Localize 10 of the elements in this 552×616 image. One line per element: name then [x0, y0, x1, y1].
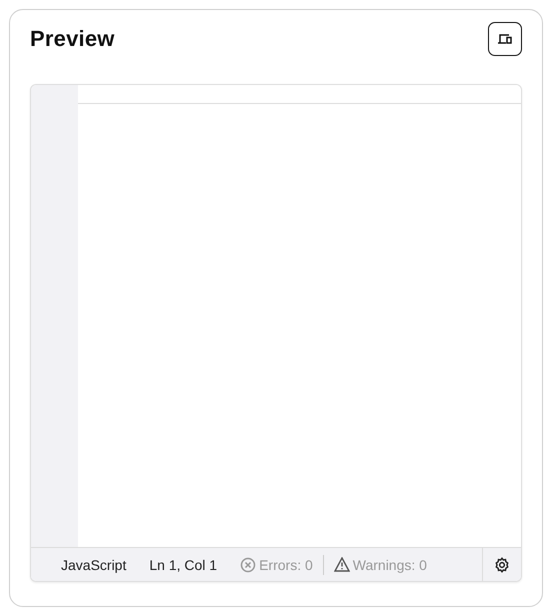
devices-icon — [497, 32, 513, 46]
language-label[interactable]: JavaScript — [61, 556, 126, 572]
settings-icon — [494, 556, 510, 572]
warning-count: Warnings: 0 — [352, 556, 427, 572]
error-count: Errors: 0 — [259, 556, 313, 572]
card-title: Preview — [30, 26, 115, 52]
device-preview-button[interactable] — [488, 22, 522, 56]
warning-icon — [334, 557, 350, 572]
cursor-position: Ln 1, Col 1 — [149, 556, 218, 572]
error-icon — [240, 556, 256, 572]
